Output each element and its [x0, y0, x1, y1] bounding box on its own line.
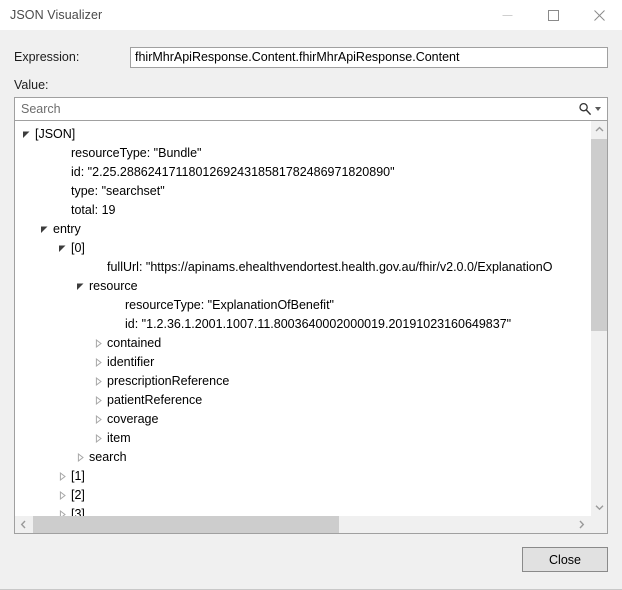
- dialog-footer: Close: [0, 534, 622, 589]
- tree-node-label: id: "2.25.288624171180126924318581782486…: [69, 163, 395, 182]
- collapsed-triangle-icon[interactable]: [55, 491, 69, 500]
- json-tree: [JSON]resourceType: "Bundle"id: "2.25.28…: [15, 121, 590, 516]
- scroll-down-button[interactable]: [591, 499, 608, 516]
- tree-row[interactable]: type: "searchset": [15, 182, 590, 201]
- maximize-icon: [548, 10, 559, 21]
- expression-input[interactable]: [130, 47, 608, 68]
- scroll-up-button[interactable]: [591, 121, 608, 138]
- collapsed-triangle-icon[interactable]: [91, 434, 105, 443]
- search-bar: [14, 97, 608, 121]
- tree-row[interactable]: prescriptionReference: [15, 372, 590, 391]
- expanded-triangle-icon[interactable]: [73, 282, 87, 291]
- dialog-body: Expression: Value: [JSON]resourceType: "…: [0, 43, 622, 534]
- chevron-left-icon: [20, 520, 27, 529]
- collapsed-triangle-icon[interactable]: [55, 472, 69, 481]
- tree-row[interactable]: patientReference: [15, 391, 590, 410]
- close-dialog-button[interactable]: Close: [522, 547, 608, 572]
- tree-node-label: identifier: [105, 353, 154, 372]
- tree-node-label: patientReference: [105, 391, 202, 410]
- tree-row[interactable]: item: [15, 429, 590, 448]
- tree-row[interactable]: [JSON]: [15, 125, 590, 144]
- collapsed-triangle-icon[interactable]: [91, 358, 105, 367]
- chevron-down-icon: [595, 107, 601, 111]
- tree-row[interactable]: resource: [15, 277, 590, 296]
- tree-row[interactable]: contained: [15, 334, 590, 353]
- chevron-down-icon: [595, 504, 604, 511]
- tree-viewport: [JSON]resourceType: "Bundle"id: "2.25.28…: [15, 121, 590, 516]
- collapsed-triangle-icon[interactable]: [73, 453, 87, 462]
- tree-node-label: search: [87, 448, 127, 467]
- tree-node-label: contained: [105, 334, 161, 353]
- close-button[interactable]: [576, 0, 622, 30]
- tree-row[interactable]: [1]: [15, 467, 590, 486]
- tree-node-label: item: [105, 429, 131, 448]
- expression-label: Expression:: [14, 50, 130, 64]
- window-title: JSON Visualizer: [10, 8, 102, 22]
- tree-node-label: prescriptionReference: [105, 372, 229, 391]
- tree-node-label: resourceType: "Bundle": [69, 144, 201, 163]
- search-controls[interactable]: [578, 102, 607, 116]
- collapsed-triangle-icon[interactable]: [91, 396, 105, 405]
- expanded-triangle-icon[interactable]: [55, 244, 69, 253]
- tree-node-label: [0]: [69, 239, 85, 258]
- value-label: Value:: [14, 78, 608, 92]
- tree-node-label: [2]: [69, 486, 85, 505]
- tree-row[interactable]: search: [15, 448, 590, 467]
- expanded-triangle-icon[interactable]: [19, 130, 33, 139]
- tree-node-label: [1]: [69, 467, 85, 486]
- search-icon: [578, 102, 592, 116]
- scroll-left-button[interactable]: [15, 516, 32, 533]
- tree-row[interactable]: resourceType: "Bundle": [15, 144, 590, 163]
- tree-row[interactable]: resourceType: "ExplanationOfBenefit": [15, 296, 590, 315]
- tree-node-label: id: "1.2.36.1.2001.1007.11.8003640002000…: [123, 315, 511, 334]
- tree-node-label: [3]: [69, 505, 85, 516]
- tree-row[interactable]: coverage: [15, 410, 590, 429]
- minimize-button[interactable]: [484, 0, 530, 30]
- tree-node-label: resource: [87, 277, 138, 296]
- vertical-scroll-thumb[interactable]: [591, 139, 608, 331]
- minimize-icon: [502, 10, 513, 21]
- horizontal-scrollbar[interactable]: [15, 516, 590, 533]
- tree-node-label: [JSON]: [33, 125, 75, 144]
- close-icon: [594, 10, 605, 21]
- tree-node-label: resourceType: "ExplanationOfBenefit": [123, 296, 334, 315]
- collapsed-triangle-icon[interactable]: [91, 377, 105, 386]
- tree-row[interactable]: id: "2.25.288624171180126924318581782486…: [15, 163, 590, 182]
- tree-row[interactable]: total: 19: [15, 201, 590, 220]
- horizontal-scroll-thumb[interactable]: [33, 516, 339, 533]
- tree-node-label: fullUrl: "https://apinams.ehealthvendort…: [105, 258, 552, 277]
- tree-row[interactable]: [0]: [15, 239, 590, 258]
- tree-row[interactable]: [3]: [15, 505, 590, 516]
- tree-node-label: entry: [51, 220, 81, 239]
- scroll-right-button[interactable]: [573, 516, 590, 533]
- collapsed-triangle-icon[interactable]: [91, 415, 105, 424]
- maximize-button[interactable]: [530, 0, 576, 30]
- expression-row: Expression:: [14, 43, 608, 71]
- tree-row[interactable]: [2]: [15, 486, 590, 505]
- scrollbar-corner: [590, 516, 607, 533]
- chevron-up-icon: [595, 126, 604, 133]
- json-tree-panel: [JSON]resourceType: "Bundle"id: "2.25.28…: [14, 120, 608, 534]
- tree-row[interactable]: id: "1.2.36.1.2001.1007.11.8003640002000…: [15, 315, 590, 334]
- json-visualizer-window: JSON Visualizer Expression:: [0, 0, 622, 590]
- tree-row[interactable]: identifier: [15, 353, 590, 372]
- tree-row[interactable]: entry: [15, 220, 590, 239]
- title-bar: JSON Visualizer: [0, 0, 622, 30]
- search-input[interactable]: [15, 99, 578, 119]
- collapsed-triangle-icon[interactable]: [91, 339, 105, 348]
- vertical-scrollbar[interactable]: [590, 121, 607, 516]
- tree-row[interactable]: fullUrl: "https://apinams.ehealthvendort…: [15, 258, 590, 277]
- tree-node-label: total: 19: [69, 201, 115, 220]
- chevron-right-icon: [578, 520, 585, 529]
- tree-node-label: type: "searchset": [69, 182, 165, 201]
- tree-node-label: coverage: [105, 410, 158, 429]
- expanded-triangle-icon[interactable]: [37, 225, 51, 234]
- window-controls: [484, 0, 622, 30]
